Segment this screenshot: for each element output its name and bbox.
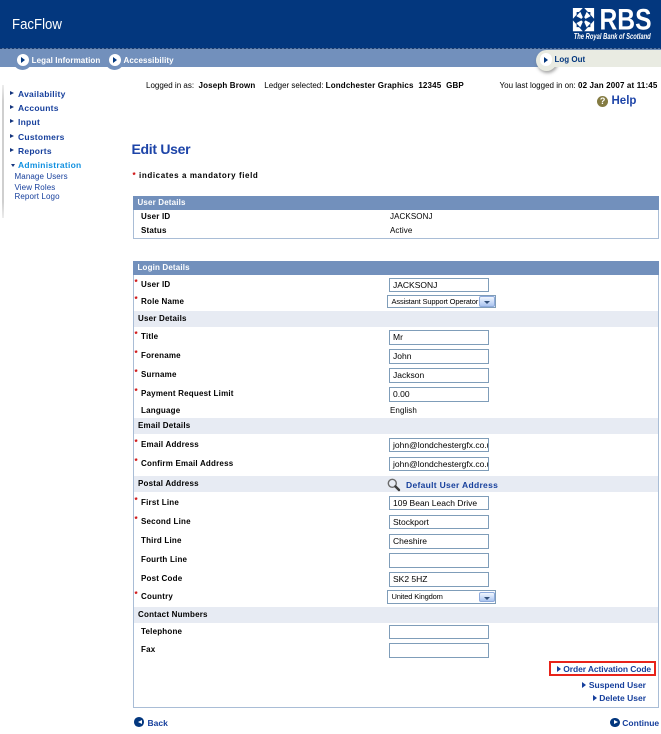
svg-text:The Royal Bank of Scotland: The Royal Bank of Scotland: [574, 32, 652, 41]
